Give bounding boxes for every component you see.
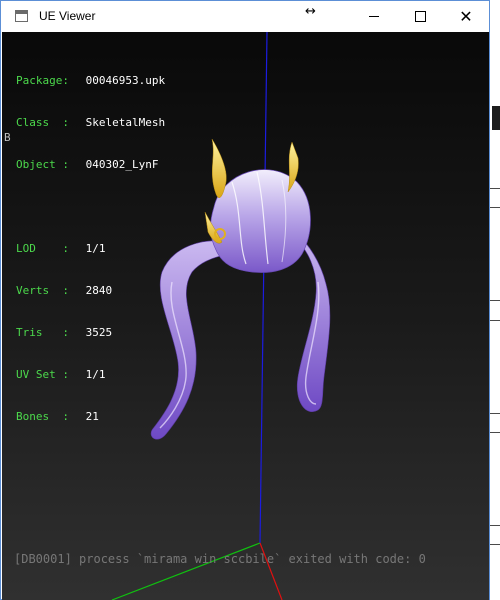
background-console-strip: [490, 0, 500, 600]
console-line: [490, 320, 500, 321]
info-row-package: Package: 00046953.upk: [16, 74, 165, 88]
console-line: [490, 525, 500, 526]
info-row-lod: LOD : 1/1: [16, 242, 165, 256]
close-icon: ✕: [459, 6, 473, 26]
hair-mesh: [150, 138, 331, 440]
console-line: [490, 413, 500, 414]
info-label: LOD :: [16, 242, 69, 255]
background-console-char: B: [4, 131, 11, 144]
info-row-class: Class : SkeletalMesh: [16, 116, 165, 130]
info-value: SkeletalMesh: [85, 116, 166, 129]
info-label: Package:: [16, 74, 69, 87]
minimize-button[interactable]: [351, 1, 397, 32]
info-row-bones: Bones : 21: [16, 410, 165, 424]
3d-viewport[interactable]: Package: 00046953.upk Class : SkeletalMe…: [2, 32, 489, 600]
info-row-tris: Tris : 3525: [16, 326, 165, 340]
maximize-icon: [414, 11, 426, 22]
console-line: [490, 432, 500, 433]
background-console-line: [DB0001] process `mirama win sccbile` ex…: [14, 552, 426, 566]
ue-viewer-window[interactable]: UE Viewer ↔ ✕ Package: 00046953.upk Clas…: [0, 0, 490, 600]
info-value: 3525: [85, 326, 113, 339]
console-line: [490, 188, 500, 189]
info-label: Verts :: [16, 284, 69, 297]
info-row-uvset: UV Set : 1/1: [16, 368, 165, 382]
close-button[interactable]: ✕: [443, 1, 489, 32]
minimize-icon: [369, 16, 379, 17]
info-label: Class :: [16, 116, 69, 129]
info-row-object: Object : 040302_LynF: [16, 158, 165, 172]
console-line: [490, 207, 500, 208]
window-title: UE Viewer: [39, 9, 96, 23]
console-line: [490, 544, 500, 545]
mesh-info-overlay: Package: 00046953.upk Class : SkeletalMe…: [16, 46, 165, 452]
info-value: 040302_LynF: [85, 158, 159, 171]
console-line: [490, 300, 500, 301]
app-window-icon: [15, 10, 28, 22]
info-label: Bones :: [16, 410, 69, 423]
resize-horizontal-icon: ↔: [305, 4, 316, 19]
info-label: UV Set :: [16, 368, 69, 381]
info-value: 21: [85, 410, 99, 423]
info-value: 2840: [85, 284, 113, 297]
info-value: 00046953.upk: [85, 74, 166, 87]
maximize-button[interactable]: [397, 1, 443, 32]
info-value: 1/1: [85, 368, 106, 381]
info-row-verts: Verts : 2840: [16, 284, 165, 298]
console-block: [492, 106, 500, 130]
title-bar[interactable]: UE Viewer ↔ ✕: [1, 1, 489, 32]
info-label: Tris :: [16, 326, 69, 339]
info-label: Object :: [16, 158, 69, 171]
z-axis-line: [259, 32, 268, 544]
info-value: 1/1: [85, 242, 106, 255]
